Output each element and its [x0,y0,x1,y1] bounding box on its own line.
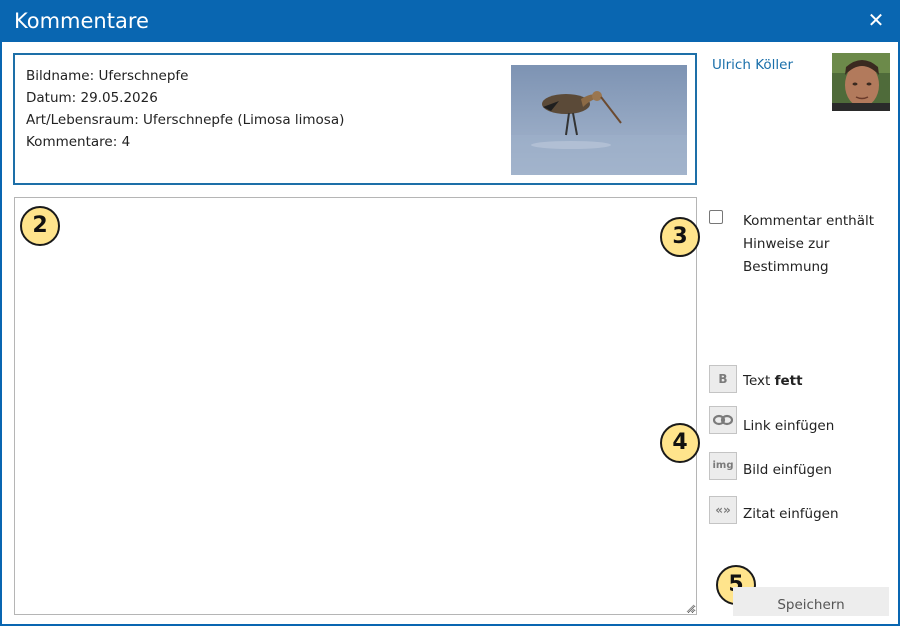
close-icon[interactable]: ✕ [864,8,888,32]
image-date: Datum: 29.05.2026 [26,90,158,106]
link-icon [712,414,734,426]
identification-hint-checkbox[interactable] [709,210,723,224]
link-label: Link einfügen [743,418,835,434]
dialog-title: Kommentare [14,9,149,33]
annotation-badge-2: 2 [20,206,60,246]
save-button[interactable]: Speichern [733,587,889,616]
image-species: Art/Lebensraum: Uferschnepfe (Limosa lim… [26,112,345,128]
resize-grip-icon[interactable] [685,603,695,613]
bold-label-bold: fett [774,373,803,389]
annotation-badge-4: 4 [660,423,700,463]
dialog-titlebar: Kommentare ✕ [2,2,898,42]
comment-textarea[interactable] [14,197,697,615]
author-link[interactable]: Ulrich Köller [712,57,793,73]
quote-button[interactable]: «» [709,496,737,524]
bird-thumbnail[interactable] [511,65,687,175]
comment-count: Kommentare: 4 [26,134,131,150]
annotation-badge-3: 3 [660,217,700,257]
image-button[interactable]: img [709,452,737,480]
comment-dialog: Kommentare ✕ Bildname: Uferschnepfe Datu… [0,0,900,626]
avatar[interactable] [832,53,890,111]
image-info-box: Bildname: Uferschnepfe Datum: 29.05.2026… [13,53,697,185]
bold-label-prefix: Text [743,373,775,389]
quote-label: Zitat einfügen [743,506,839,522]
identification-hint-label: Kommentar enthält Hinweise zur Bestimmun… [743,213,875,275]
bold-label: Text fett [743,373,803,389]
bold-button[interactable]: B [709,365,737,393]
image-label: Bild einfügen [743,462,832,478]
link-button[interactable] [709,406,737,434]
image-name: Bildname: Uferschnepfe [26,68,189,84]
